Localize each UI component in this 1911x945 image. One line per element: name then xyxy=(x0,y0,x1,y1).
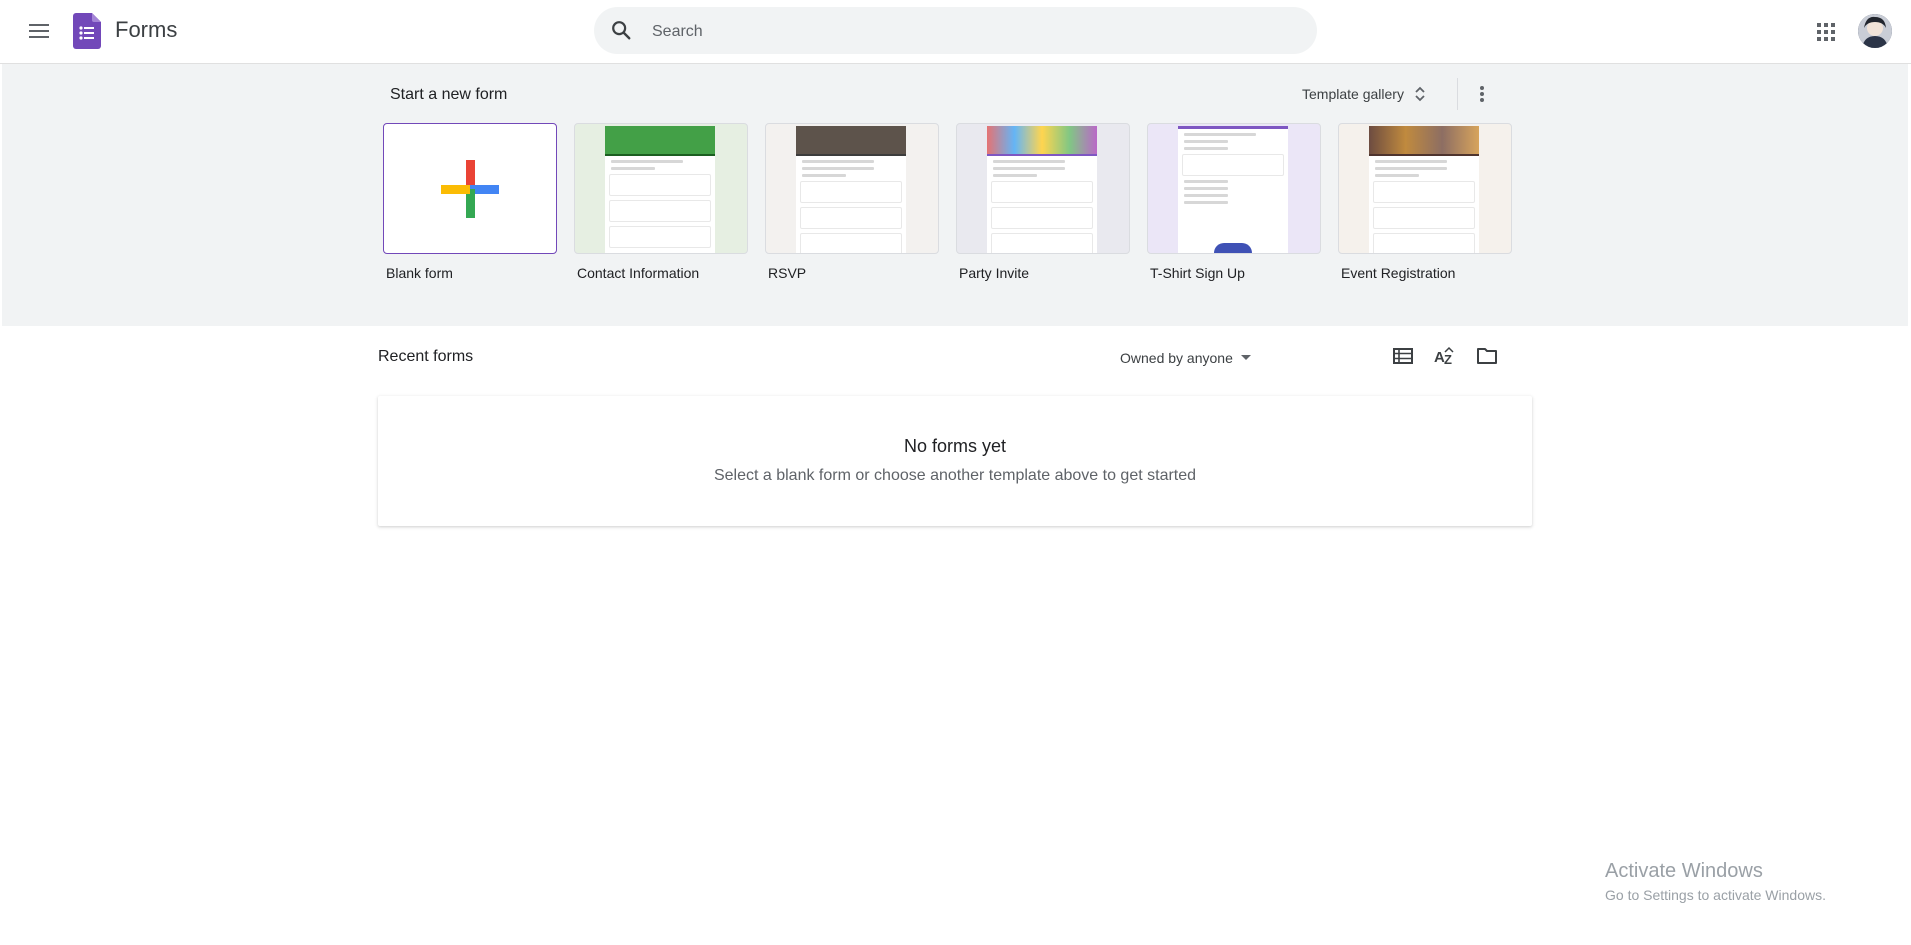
sort-button[interactable]: A Z xyxy=(1425,336,1465,376)
contact-information-thumbnail[interactable] xyxy=(574,123,748,254)
tshirt-sign-up-thumbnail[interactable] xyxy=(1147,123,1321,254)
start-new-form-section: Start a new form Template gallery Blank … xyxy=(2,64,1908,326)
recent-forms-title: Recent forms xyxy=(378,348,474,365)
hamburger-menu-icon xyxy=(29,24,49,38)
plus-icon xyxy=(441,159,499,218)
watermark-subtitle: Go to Settings to activate Windows. xyxy=(1605,887,1826,903)
list-view-button[interactable] xyxy=(1383,336,1423,376)
template-label: Contact Information xyxy=(577,265,700,281)
toolbar-divider xyxy=(1457,78,1458,110)
watermark-title: Activate Windows xyxy=(1605,860,1763,882)
template-gallery-label: Template gallery xyxy=(1302,86,1404,102)
template-label: Event Registration xyxy=(1341,265,1456,281)
account-avatar[interactable] xyxy=(1858,14,1892,48)
template-party-invite[interactable]: Party Invite xyxy=(956,123,1130,281)
activate-windows-watermark: Activate Windows Go to Settings to activ… xyxy=(1605,860,1826,903)
form-preview xyxy=(987,126,1097,253)
form-preview xyxy=(1369,126,1479,253)
template-contact-information[interactable]: Contact Information xyxy=(574,123,748,281)
template-gallery-button[interactable]: Template gallery xyxy=(1292,76,1436,112)
folder-icon xyxy=(1477,348,1497,364)
more-options-button[interactable] xyxy=(1464,76,1500,112)
search-bar[interactable] xyxy=(594,7,1317,56)
unfold-more-icon xyxy=(1415,86,1425,102)
google-apps-button[interactable] xyxy=(1806,12,1846,52)
app-title[interactable]: Forms xyxy=(115,17,177,43)
form-preview xyxy=(796,126,906,253)
search-icon[interactable] xyxy=(610,19,632,41)
template-blank-form[interactable]: Blank form xyxy=(383,123,557,281)
empty-state-subtitle: Select a blank form or choose another te… xyxy=(713,467,1197,484)
main-menu-button[interactable] xyxy=(20,12,58,50)
form-preview xyxy=(1178,126,1288,253)
template-rsvp[interactable]: RSVP xyxy=(765,123,939,281)
open-file-picker-button[interactable] xyxy=(1467,336,1507,376)
party-invite-thumbnail[interactable] xyxy=(956,123,1130,254)
owner-filter-label: Owned by anyone xyxy=(1120,350,1233,366)
section-title: Start a new form xyxy=(390,86,508,103)
template-event-registration[interactable]: Event Registration xyxy=(1338,123,1512,281)
template-label: T-Shirt Sign Up xyxy=(1150,265,1245,281)
event-registration-thumbnail[interactable] xyxy=(1338,123,1512,254)
blank-form-thumbnail[interactable] xyxy=(383,123,557,254)
owner-filter-dropdown[interactable]: Owned by anyone xyxy=(1112,342,1259,374)
more-vert-icon xyxy=(1480,86,1484,102)
template-label: RSVP xyxy=(768,265,807,281)
rsvp-thumbnail[interactable] xyxy=(765,123,939,254)
top-app-bar: Forms xyxy=(0,0,1911,64)
empty-state-card: No forms yet Select a blank form or choo… xyxy=(378,396,1532,526)
template-label: Party Invite xyxy=(959,265,1030,281)
search-input[interactable] xyxy=(650,7,1294,56)
form-preview xyxy=(605,126,715,253)
template-tshirt-sign-up[interactable]: T-Shirt Sign Up xyxy=(1147,123,1321,281)
apps-grid-icon xyxy=(1817,23,1835,41)
sort-az-icon: A Z xyxy=(1434,346,1454,366)
list-view-icon xyxy=(1393,348,1413,364)
arrow-drop-down-icon xyxy=(1240,355,1251,360)
empty-state-title: No forms yet xyxy=(903,436,1007,456)
forms-logo-icon[interactable] xyxy=(73,13,101,54)
template-label: Blank form xyxy=(386,265,453,281)
svg-text:Z: Z xyxy=(1444,352,1452,366)
